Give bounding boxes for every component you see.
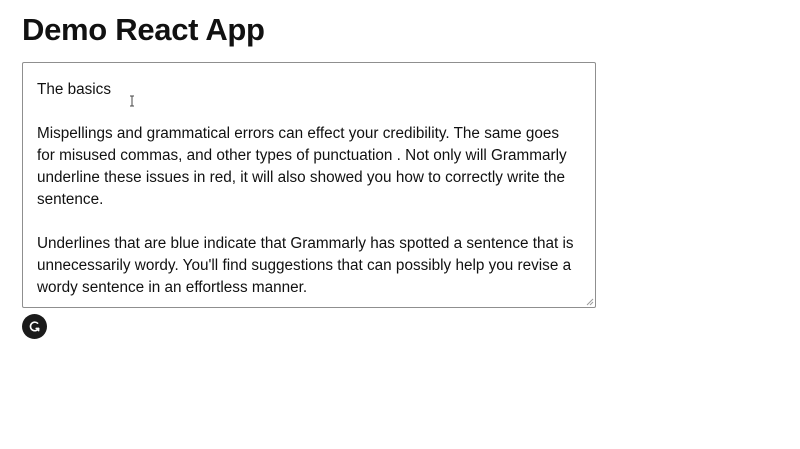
grammarly-icon <box>29 321 40 332</box>
editor-paragraph-2: Underlines that are blue indicate that G… <box>37 235 574 296</box>
editor-heading: The basics <box>37 81 111 98</box>
page-title: Demo React App <box>22 12 265 47</box>
grammarly-button[interactable] <box>22 314 47 339</box>
editor-paragraph-1: Mispellings and grammatical errors can e… <box>37 125 567 208</box>
text-editor[interactable]: The basics Mispellings and grammatical e… <box>22 62 596 308</box>
text-cursor-icon <box>130 95 134 107</box>
resize-handle-icon[interactable] <box>586 298 594 306</box>
